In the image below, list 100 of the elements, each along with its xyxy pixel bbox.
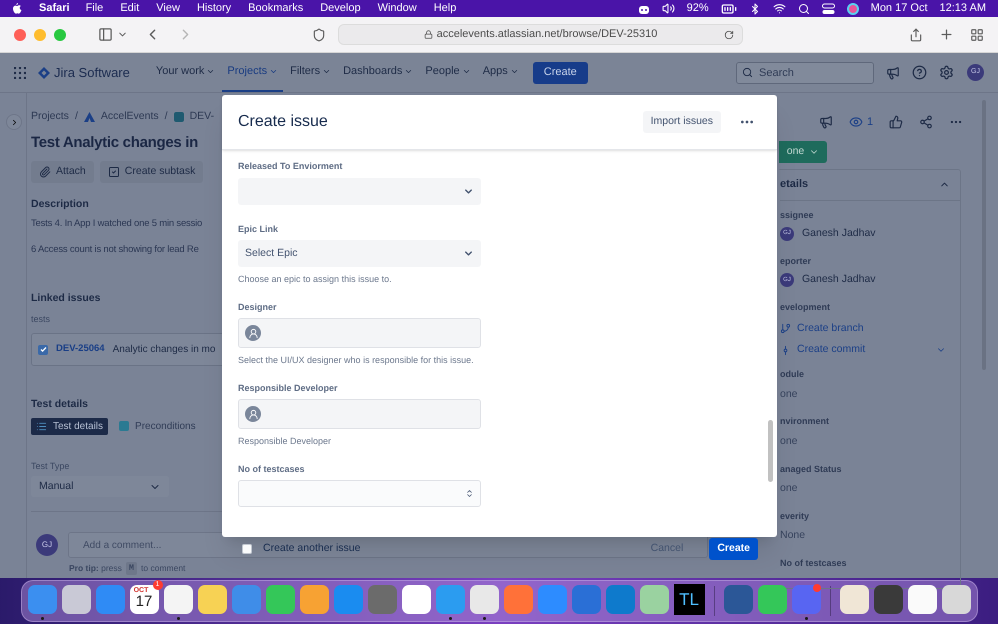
settings-icon[interactable] bbox=[939, 65, 954, 80]
development-link[interactable]: Create commit bbox=[797, 342, 866, 358]
breadcrumb-link[interactable]: Projects bbox=[31, 108, 69, 124]
eye-icon[interactable] bbox=[849, 115, 863, 130]
paperclip-icon bbox=[39, 166, 51, 178]
tab-overview-icon[interactable] bbox=[970, 28, 984, 42]
field-label: Released To Enviorment bbox=[238, 160, 344, 173]
panel-title[interactable]: etails bbox=[780, 176, 808, 193]
app-icon[interactable] bbox=[164, 582, 192, 620]
action-button[interactable]: Create subtask bbox=[100, 160, 204, 182]
thumbs-up-icon[interactable] bbox=[889, 115, 904, 130]
sidebar-icon[interactable] bbox=[98, 27, 113, 42]
help-text: Responsible Developer bbox=[238, 435, 332, 448]
description-text: 6 Access count is not showing for lead Re bbox=[31, 242, 200, 256]
field-label: Responsible Developer bbox=[238, 382, 339, 395]
menu-item[interactable]: Help bbox=[434, 0, 456, 17]
user-picker-field[interactable] bbox=[238, 318, 481, 348]
siri-icon[interactable] bbox=[846, 2, 859, 14]
field-label: Test Type bbox=[31, 460, 70, 473]
create-button[interactable]: Create bbox=[532, 62, 588, 84]
checkbox-icon bbox=[108, 166, 120, 178]
control-center-icon[interactable] bbox=[822, 2, 835, 14]
create-button[interactable]: Create bbox=[709, 538, 758, 560]
select-field[interactable]: Select Epic bbox=[238, 240, 481, 267]
tab[interactable]: Test details bbox=[31, 418, 108, 435]
field-label: eporter bbox=[780, 254, 812, 268]
nav-menu[interactable]: People bbox=[420, 53, 476, 92]
menu-item[interactable]: Develop bbox=[320, 0, 361, 17]
product-name[interactable]: Jira Software bbox=[54, 62, 130, 82]
search-icon bbox=[742, 67, 753, 78]
apple-logo-icon[interactable] bbox=[12, 2, 23, 14]
user-picker-field[interactable] bbox=[238, 399, 481, 429]
section-heading: Description bbox=[31, 196, 90, 212]
field-value: one bbox=[780, 386, 799, 402]
relation-label: tests bbox=[31, 312, 52, 326]
menubar-time: 12:13 AM bbox=[940, 1, 986, 16]
share-icon[interactable] bbox=[909, 28, 923, 42]
field-label: Designer bbox=[238, 300, 278, 314]
development-link[interactable]: Create branch bbox=[797, 320, 864, 336]
checkbox[interactable] bbox=[242, 544, 252, 554]
field-label: Epic Link bbox=[238, 222, 280, 236]
breadcrumb-link[interactable]: DEV- bbox=[190, 108, 214, 124]
app-menu[interactable]: Safari bbox=[39, 0, 70, 17]
menu-item[interactable]: Bookmarks bbox=[248, 0, 304, 17]
issue-key-link[interactable]: DEV-25064 bbox=[56, 342, 105, 357]
volume-icon[interactable] bbox=[662, 2, 675, 15]
issue-title: Test Analytic changes in bbox=[31, 133, 200, 153]
menu-item[interactable]: History bbox=[196, 0, 232, 17]
select-field[interactable] bbox=[238, 178, 481, 204]
address-bar[interactable]: accelevents.atlassian.net/browse/DEV-25310 bbox=[338, 24, 743, 45]
reload-icon[interactable] bbox=[724, 30, 734, 40]
avatar: GJ bbox=[36, 534, 58, 556]
caret-icon bbox=[269, 67, 278, 76]
nav-menu[interactable]: Your work bbox=[150, 53, 220, 92]
nav-menu[interactable]: Dashboards bbox=[338, 53, 418, 92]
jira-logo-icon[interactable] bbox=[38, 66, 50, 78]
close-window-button[interactable] bbox=[14, 28, 26, 40]
help-text: Choose an epic to assign this issue to. bbox=[238, 273, 393, 286]
share-icon[interactable] bbox=[919, 115, 934, 130]
nav-menu[interactable]: Filters bbox=[285, 53, 336, 92]
checkbox-label[interactable]: Create another issue bbox=[263, 540, 360, 556]
field-label: anaged Status bbox=[780, 462, 843, 476]
menu-item[interactable]: Edit bbox=[120, 0, 140, 17]
nav-menu[interactable]: Apps bbox=[478, 53, 524, 92]
menu-item[interactable]: Window bbox=[378, 0, 417, 17]
app-switcher-icon[interactable] bbox=[14, 66, 26, 78]
search-icon[interactable] bbox=[798, 2, 810, 14]
import-issues-button[interactable]: Import issues bbox=[642, 111, 721, 133]
project-icon bbox=[174, 112, 184, 122]
breadcrumb-separator: / bbox=[74, 108, 78, 124]
pro-tip-text: Pro tip: press bbox=[69, 562, 122, 575]
test-type-select[interactable]: Manual bbox=[31, 476, 169, 498]
user-name[interactable]: Ganesh Jadhav bbox=[802, 226, 876, 242]
tab[interactable]: Preconditions bbox=[114, 418, 201, 435]
list-icon bbox=[36, 420, 47, 432]
field-label: ssignee bbox=[780, 208, 815, 222]
megaphone-icon[interactable] bbox=[886, 66, 900, 80]
new-tab-icon[interactable] bbox=[939, 27, 954, 42]
status-button[interactable]: one bbox=[779, 140, 827, 162]
stepper-icon[interactable] bbox=[465, 489, 474, 498]
shield-icon[interactable] bbox=[312, 28, 326, 42]
user-avatar-icon bbox=[245, 406, 261, 422]
help-icon[interactable] bbox=[912, 65, 927, 80]
number-field[interactable] bbox=[238, 480, 481, 507]
breadcrumb-link[interactable]: AccelEvents bbox=[100, 108, 159, 124]
field-value: None bbox=[780, 528, 806, 544]
issue-summary: Analytic changes in mo bbox=[112, 343, 216, 357]
breadcrumb-separator: / bbox=[164, 108, 168, 124]
field-label: odule bbox=[780, 368, 805, 381]
help-text: Select the UI/UX designer who is responsible for this issue. bbox=[238, 354, 475, 367]
user-name[interactable]: Ganesh Jadhav bbox=[802, 272, 876, 288]
section-heading: Test details bbox=[31, 397, 89, 412]
megaphone-icon[interactable] bbox=[819, 115, 833, 130]
caret-icon bbox=[462, 67, 471, 76]
menu-item[interactable]: File bbox=[86, 0, 104, 17]
action-button[interactable]: Attach bbox=[31, 160, 94, 182]
menu-item[interactable]: View bbox=[156, 0, 180, 17]
search-field[interactable]: Search bbox=[736, 62, 874, 84]
app-icon[interactable] bbox=[470, 582, 498, 620]
caret-icon bbox=[322, 67, 332, 76]
